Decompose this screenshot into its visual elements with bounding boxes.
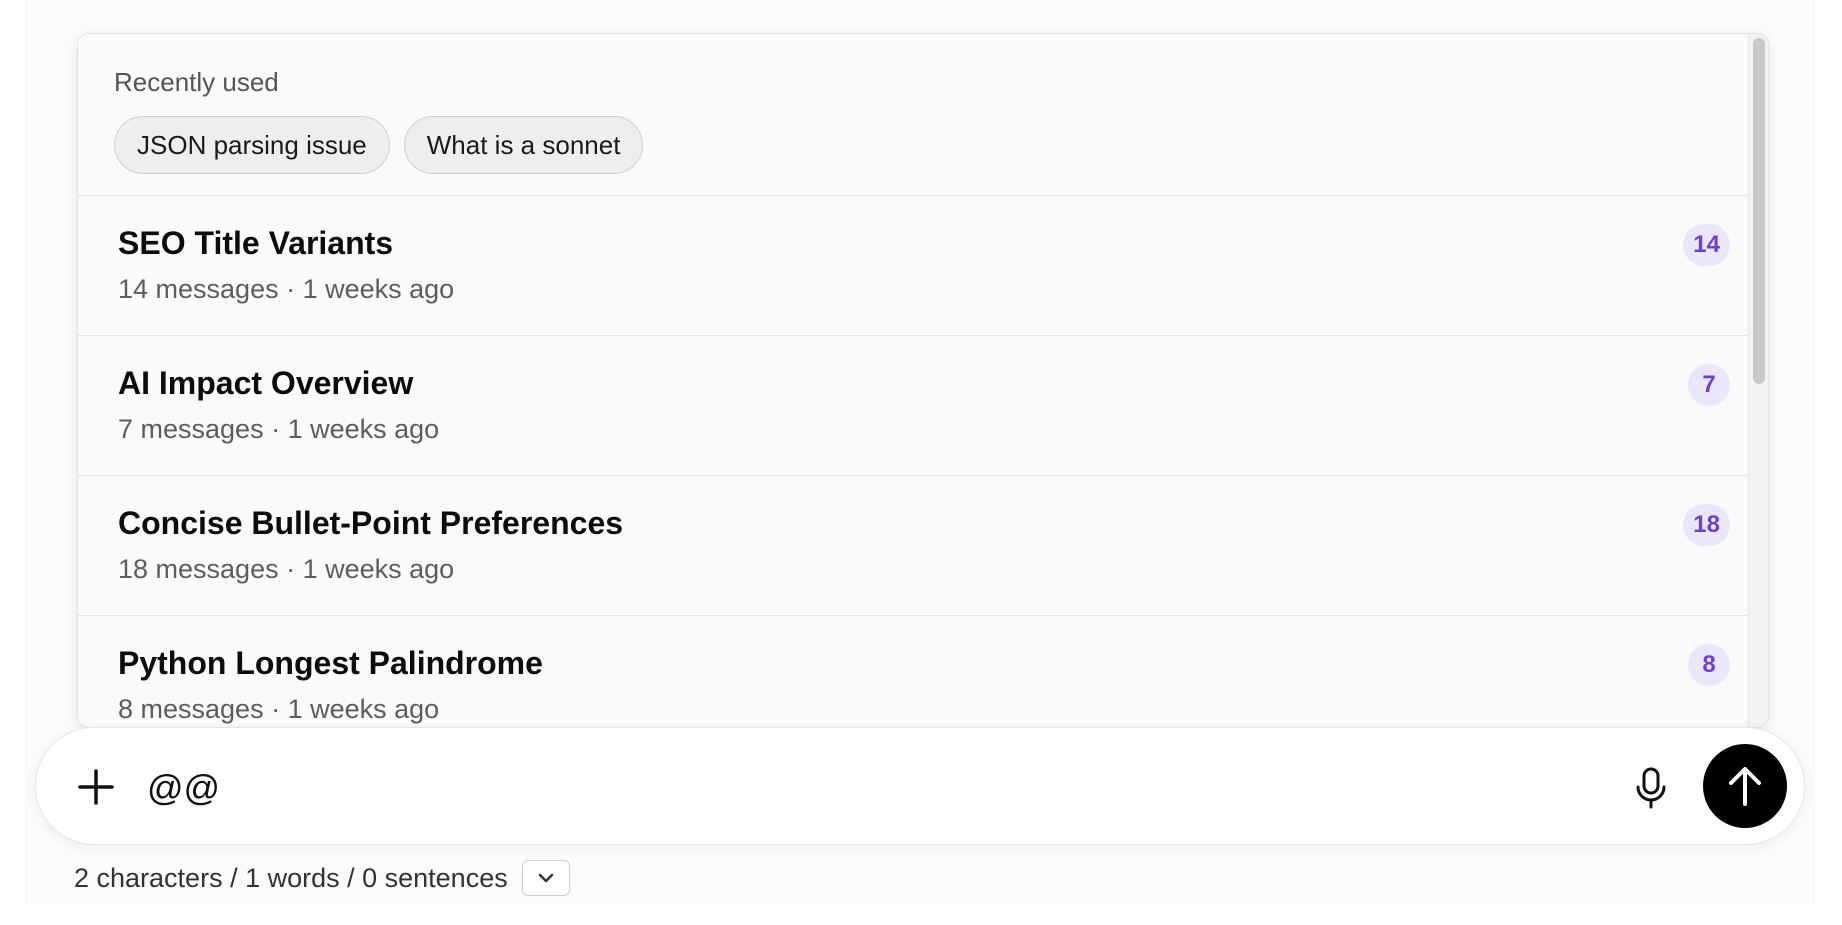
conversation-meta: 18 messages · 1 weeks ago bbox=[118, 554, 455, 585]
recent-chip-sonnet[interactable]: What is a sonnet bbox=[403, 116, 644, 174]
dropdown-scrollbar[interactable] bbox=[1748, 34, 1768, 727]
conversation-item[interactable]: AI Impact Overview 7 messages · 1 weeks … bbox=[78, 336, 1768, 476]
conversation-item[interactable]: SEO Title Variants 14 messages · 1 weeks… bbox=[78, 196, 1768, 336]
conversation-title: AI Impact Overview bbox=[118, 365, 414, 401]
message-count-badge: 18 bbox=[1683, 504, 1730, 546]
message-count-badge: 14 bbox=[1683, 224, 1730, 266]
text-statistics-label: 2 characters / 1 words / 0 sentences bbox=[74, 862, 508, 893]
scrollbar-thumb[interactable] bbox=[1753, 38, 1765, 384]
text-statistics: 2 characters / 1 words / 0 sentences bbox=[74, 858, 570, 898]
message-count-badge: 7 bbox=[1688, 364, 1730, 406]
microphone-icon bbox=[1636, 767, 1666, 809]
conversation-item[interactable]: Concise Bullet-Point Preferences 18 mess… bbox=[78, 476, 1768, 616]
chevron-down-icon bbox=[538, 873, 553, 883]
conversation-meta: 8 messages · 1 weeks ago bbox=[118, 694, 440, 725]
recent-chip-json-parsing[interactable]: JSON parsing issue bbox=[114, 116, 390, 174]
arrow-up-icon bbox=[1729, 767, 1761, 806]
conversation-title: Concise Bullet-Point Preferences bbox=[118, 505, 624, 541]
message-composer bbox=[35, 727, 1805, 845]
conversation-title: SEO Title Variants bbox=[118, 225, 394, 261]
conversation-meta: 14 messages · 1 weeks ago bbox=[118, 274, 455, 305]
add-attachment-button[interactable] bbox=[72, 763, 120, 811]
recently-used-section: Recently used JSON parsing issue What is… bbox=[78, 34, 1768, 196]
message-count-badge: 8 bbox=[1688, 644, 1730, 686]
send-button[interactable] bbox=[1703, 744, 1787, 828]
prompt-input[interactable] bbox=[147, 763, 1547, 813]
statistics-toggle-button[interactable] bbox=[521, 860, 570, 896]
plus-icon bbox=[78, 769, 114, 805]
voice-input-button[interactable] bbox=[1626, 763, 1676, 813]
mention-dropdown: Recently used JSON parsing issue What is… bbox=[77, 33, 1769, 728]
conversation-meta: 7 messages · 1 weeks ago bbox=[118, 414, 440, 445]
conversation-title: Python Longest Palindrome bbox=[118, 645, 543, 681]
conversation-item[interactable]: Python Longest Palindrome 8 messages · 1… bbox=[78, 616, 1768, 727]
recently-used-heading: Recently used bbox=[114, 67, 279, 97]
recent-chips: JSON parsing issue What is a sonnet bbox=[114, 116, 1768, 174]
